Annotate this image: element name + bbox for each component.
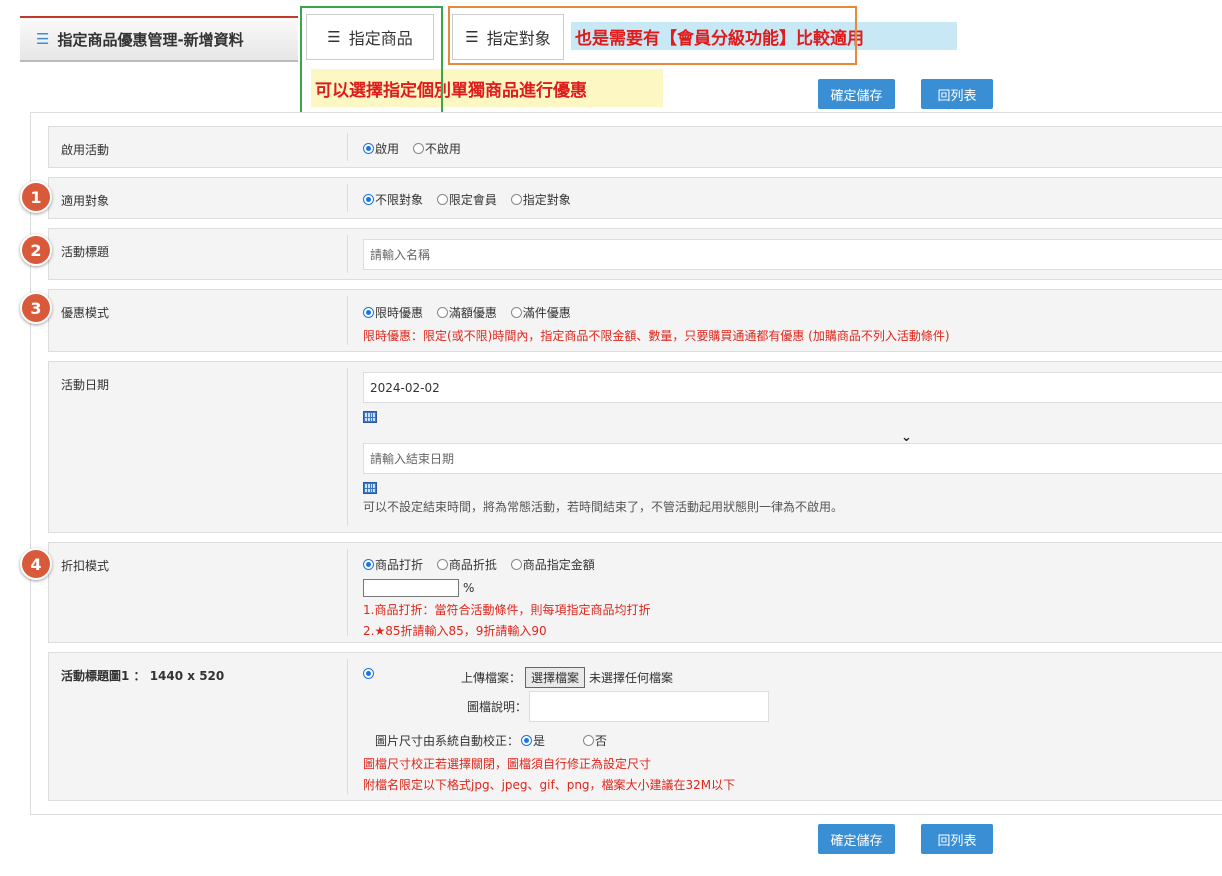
radio-mode-amount[interactable]: 滿額優惠 — [436, 304, 497, 321]
step-badge-2: 2 — [20, 234, 52, 266]
page-title-tab: ☰ 指定商品優惠管理-新增資料 — [20, 16, 298, 62]
tab-targets[interactable]: ☰ 指定對象 — [452, 14, 564, 60]
discount-hint-1: 1.商品打折：當符合活動條件，則每項指定商品均打折 — [363, 603, 651, 617]
discount-input[interactable] — [363, 579, 459, 597]
discount-label: 折扣模式 — [61, 559, 110, 573]
radio-label: 指定對象 — [522, 193, 571, 207]
radio-label: 限定會員 — [448, 193, 497, 207]
chevron-down-icon[interactable]: ⌄ — [901, 430, 912, 445]
enable-label: 啟用活動 — [61, 143, 110, 157]
step-badge-1: 1 — [20, 181, 52, 213]
radio-label: 滿額優惠 — [448, 306, 497, 320]
radio-discount-offset[interactable]: 商品折抵 — [436, 556, 497, 573]
radio-dot — [583, 735, 595, 746]
row-mode: 優惠模式 限時優惠 滿額優惠 滿件優惠 限時優惠：限定(或不限)時間內，指定商品… — [48, 289, 1222, 352]
members-annotation: 也是需要有【會員分級功能】比較適用 — [571, 22, 957, 50]
radio-target-members[interactable]: 限定會員 — [436, 191, 497, 208]
radio-target-any[interactable]: 不限對象 — [363, 191, 423, 208]
calendar-icon[interactable] — [363, 482, 377, 494]
radio-dot — [510, 307, 522, 318]
tab-products[interactable]: ☰ 指定商品 — [306, 14, 434, 60]
radio-dot — [363, 668, 374, 679]
radio-dot — [510, 559, 522, 570]
radio-dot — [363, 307, 374, 318]
calendar-icon[interactable] — [363, 411, 377, 423]
radio-image-select[interactable] — [363, 668, 375, 679]
radio-autofix-yes[interactable]: 是 — [521, 732, 545, 749]
upload-label: 上傳檔案： — [461, 671, 522, 685]
row-image: 活動標題圖1 ： 1440 x 520 上傳檔案： 選擇檔案 未選擇任何檔案 圖… — [48, 652, 1222, 801]
page-title: 指定商品優惠管理-新增資料 — [57, 30, 244, 49]
choose-file-button[interactable]: 選擇檔案 — [525, 667, 586, 688]
image-label: 活動標題圖1 ： 1440 x 520 — [61, 669, 225, 683]
radio-discount-fixed[interactable]: 商品指定金額 — [510, 556, 595, 573]
radio-label: 商品指定金額 — [522, 558, 595, 572]
radio-discount-percent[interactable]: 商品打折 — [363, 556, 423, 573]
radio-label: 商品折抵 — [448, 558, 497, 572]
radio-mode-limited[interactable]: 限時優惠 — [363, 304, 423, 321]
date-label: 活動日期 — [61, 378, 110, 392]
step-badge-3: 3 — [20, 292, 52, 324]
list-icon: ☰ — [36, 30, 50, 48]
back-to-list-button[interactable]: 回列表 — [921, 79, 993, 109]
radio-dot — [436, 307, 448, 318]
title-label: 活動標題 — [61, 245, 110, 259]
step-badge-4: 4 — [20, 548, 52, 580]
tab-targets-label: 指定對象 — [486, 29, 551, 48]
radio-dot — [436, 559, 448, 570]
radio-dot — [436, 194, 448, 205]
row-title: 活動標題 請輸入名稱 — [48, 228, 1222, 280]
row-target: 適用對象 不限對象 限定會員 指定對象 — [48, 177, 1222, 219]
end-date-input[interactable]: 請輸入結束日期 — [363, 443, 1222, 474]
list-icon: ☰ — [327, 28, 341, 46]
radio-dot — [510, 194, 522, 205]
tab-products-label: 指定商品 — [348, 29, 413, 48]
row-date: 活動日期 2024-02-02 ⌄ 請輸入結束日期 可以不設定結束時間，將為常態… — [48, 361, 1222, 533]
radio-label: 商品打折 — [375, 558, 424, 572]
date-hint: 可以不設定結束時間，將為常態活動，若時間結束了，不管活動起用狀態則一律為不啟用。 — [363, 500, 844, 514]
radio-dot — [363, 559, 374, 570]
radio-label: 不限對象 — [375, 193, 424, 207]
list-icon: ☰ — [465, 28, 479, 46]
start-date-input[interactable]: 2024-02-02 — [363, 372, 1222, 403]
percent-unit: % — [463, 581, 475, 595]
image-hint-1: 圖檔尺寸校正若選擇關閉，圖檔須自行修正為設定尺寸 — [363, 757, 652, 771]
no-file-text: 未選擇任何檔案 — [589, 671, 674, 685]
target-label: 適用對象 — [61, 194, 110, 208]
radio-label: 啟用 — [375, 142, 400, 156]
radio-enable-off[interactable]: 不啟用 — [412, 140, 461, 157]
radio-label: 限時優惠 — [375, 306, 424, 320]
radio-label: 滿件優惠 — [522, 306, 571, 320]
caption-input[interactable] — [529, 691, 770, 722]
back-to-list-button-bottom[interactable]: 回列表 — [921, 824, 993, 854]
radio-label: 不啟用 — [424, 142, 461, 156]
radio-dot — [363, 194, 374, 205]
radio-label: 否 — [595, 734, 608, 748]
save-button[interactable]: 確定儲存 — [818, 79, 895, 109]
row-enable: 啟用活動 啟用 不啟用 — [48, 126, 1222, 168]
products-annotation: 可以選擇指定個別單獨商品進行優惠 — [311, 69, 663, 107]
radio-autofix-no[interactable]: 否 — [583, 732, 607, 749]
mode-hint: 限時優惠：限定(或不限)時間內，指定商品不限金額、數量，只要購買通通都有優惠 (… — [363, 329, 950, 343]
mode-label: 優惠模式 — [61, 306, 110, 320]
radio-dot — [363, 143, 374, 154]
save-button-bottom[interactable]: 確定儲存 — [818, 824, 895, 854]
discount-hint-2: 2.★85折請輸入85，9折請輸入90 — [363, 624, 547, 638]
image-hint-2: 附檔名限定以下格式jpg、jpeg、gif、png，檔案大小建議在32M以下 — [363, 778, 736, 792]
radio-enable-on[interactable]: 啟用 — [363, 140, 399, 157]
radio-mode-quantity[interactable]: 滿件優惠 — [510, 304, 571, 321]
title-input[interactable]: 請輸入名稱 — [363, 239, 1222, 270]
radio-label: 是 — [533, 734, 546, 748]
autofix-label: 圖片尺寸由系統自動校正： — [375, 734, 520, 748]
radio-target-specific[interactable]: 指定對象 — [510, 191, 571, 208]
row-discount: 折扣模式 商品打折 商品折抵 商品指定金額 % 1.商品打折：當符合活動條件，則… — [48, 542, 1222, 643]
radio-dot — [521, 735, 533, 746]
radio-dot — [412, 143, 424, 154]
caption-label: 圖檔說明： — [467, 700, 528, 714]
